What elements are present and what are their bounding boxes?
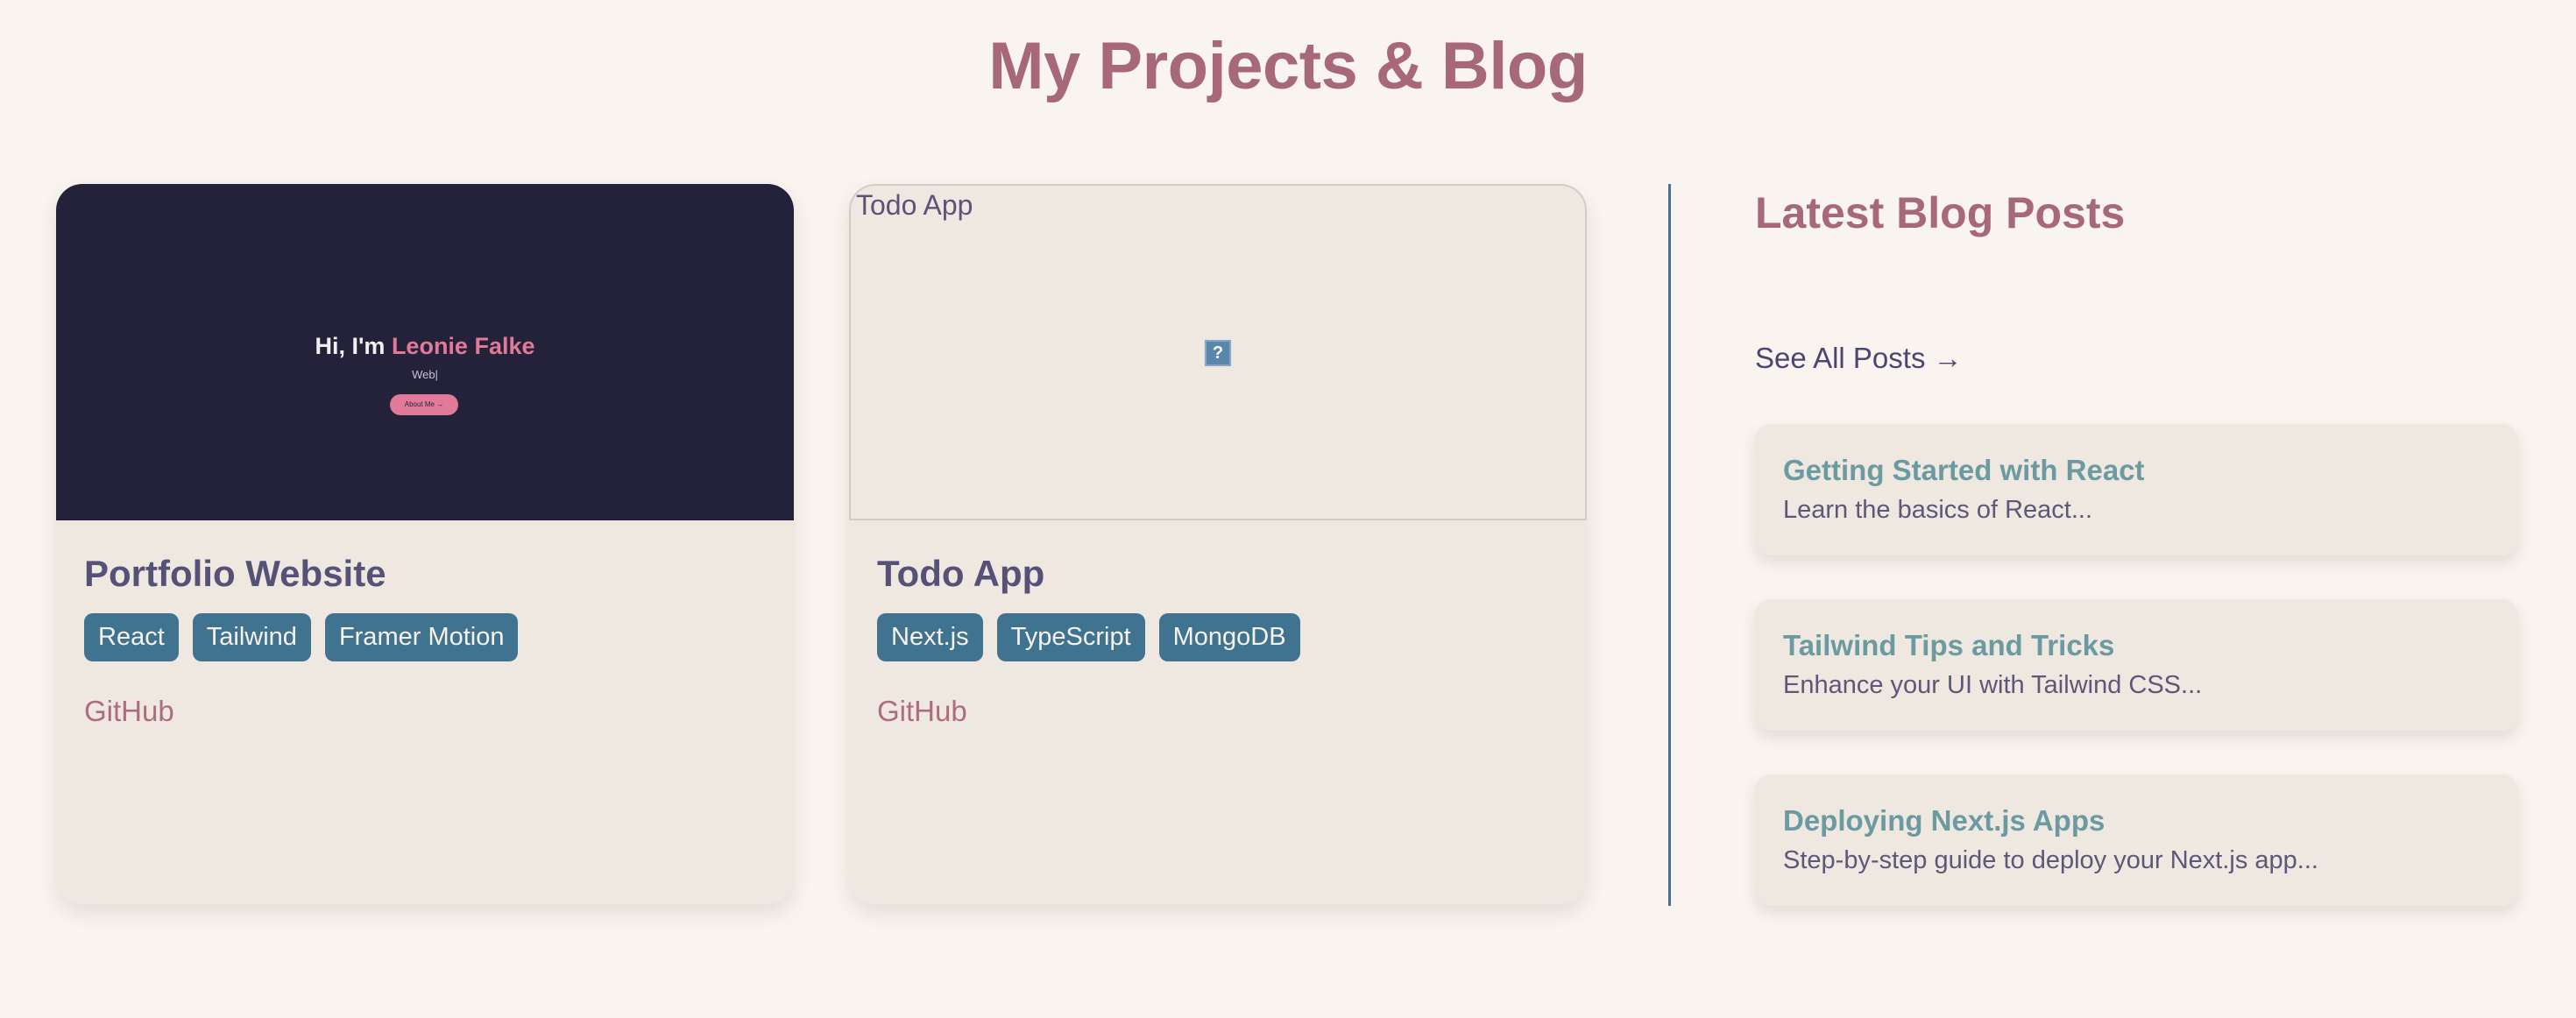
image-alt-text: Todo App [856, 189, 973, 221]
broken-image-icon: ? [1204, 339, 1232, 367]
project-title: Portfolio Website [84, 553, 386, 594]
project-card-todo[interactable]: Todo App ? Todo App Next.js TypeScript M… [849, 184, 1587, 904]
preview-heading: Hi, I'm Leonie Falke [56, 331, 794, 361]
blog-post-card[interactable]: Tailwind Tips and Tricks Enhance your UI… [1755, 599, 2518, 731]
tech-tag: Next.js [877, 613, 983, 661]
project-preview-image: Hi, I'm Leonie Falke Web| About Me → [56, 184, 794, 520]
blog-post-excerpt: Enhance your UI with Tailwind CSS... [1783, 671, 2203, 699]
github-link[interactable]: GitHub [877, 692, 967, 731]
github-link[interactable]: GitHub [84, 692, 174, 731]
blog-post-title[interactable]: Getting Started with React [1783, 452, 2145, 489]
project-preview-image-broken: Todo App ? [849, 184, 1587, 520]
tech-tag: Framer Motion [324, 613, 519, 661]
tag-list: Next.js TypeScript MongoDB [877, 613, 1300, 661]
vertical-divider [1668, 184, 1671, 906]
preview-name: Leonie Falke [391, 333, 535, 359]
tech-tag: TypeScript [996, 613, 1145, 661]
tech-tag: Tailwind [192, 613, 311, 661]
blog-post-excerpt: Step-by-step guide to deploy your Next.j… [1783, 846, 2318, 874]
preview-about-button: About Me → [390, 394, 458, 415]
blog-post-title[interactable]: Deploying Next.js Apps [1783, 802, 2105, 839]
blog-post-title[interactable]: Tailwind Tips and Tricks [1783, 627, 2114, 664]
project-title: Todo App [877, 553, 1045, 594]
blog-post-card[interactable]: Deploying Next.js Apps Step-by-step guid… [1755, 774, 2518, 906]
tech-tag: React [84, 613, 179, 661]
blog-heading: Latest Blog Posts [1755, 188, 2126, 237]
blog-post-excerpt: Learn the basics of React... [1783, 496, 2093, 524]
page-title: My Projects & Blog [988, 29, 1588, 103]
project-card-portfolio[interactable]: Hi, I'm Leonie Falke Web| About Me → Por… [56, 184, 794, 904]
preview-subtitle: Web| [412, 368, 438, 381]
blog-post-card[interactable]: Getting Started with React Learn the bas… [1755, 424, 2518, 555]
see-all-posts-link[interactable]: See All Posts → [1755, 339, 1963, 378]
preview-greeting: Hi, I'm [315, 333, 386, 359]
tag-list: React Tailwind Framer Motion [84, 613, 519, 661]
tech-tag: MongoDB [1158, 613, 1300, 661]
